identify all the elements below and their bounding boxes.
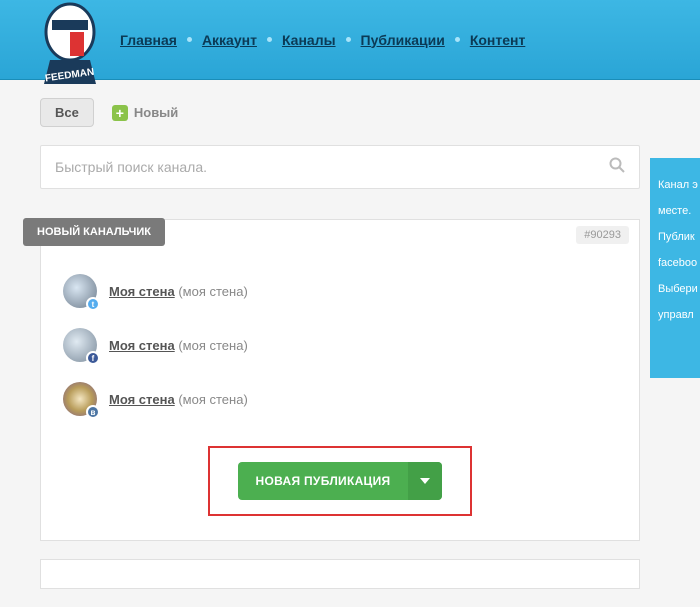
channel-item[interactable]: в Моя стена (моя стена) (59, 372, 621, 426)
main-content: Все + Новый НОВЫЙ КАНАЛЬЧИК #90293 t Моя… (0, 80, 700, 607)
nav-separator (455, 37, 460, 42)
plus-icon: + (112, 105, 128, 121)
nav-channels[interactable]: Каналы (282, 32, 336, 48)
facebook-icon: f (86, 351, 100, 365)
info-side-panel: Канал э месте. Публик faceboo Выбери упр… (650, 158, 700, 378)
nav-home[interactable]: Главная (120, 32, 177, 48)
new-channel-label: Новый (134, 105, 178, 120)
channel-list: t Моя стена (моя стена) f Моя стена (моя… (59, 264, 621, 426)
side-text: Канал э (658, 178, 692, 194)
channel-label: Моя стена (моя стена) (109, 284, 248, 299)
channel-item[interactable]: t Моя стена (моя стена) (59, 264, 621, 318)
nav-content[interactable]: Контент (470, 32, 526, 48)
channel-suffix: (моя стена) (178, 284, 247, 299)
channel-link[interactable]: Моя стена (109, 284, 175, 299)
side-text: управл (658, 308, 692, 324)
filter-row: Все + Новый (40, 98, 660, 127)
channel-card: НОВЫЙ КАНАЛЬЧИК #90293 t Моя стена (моя … (40, 219, 640, 541)
side-text: месте. (658, 204, 692, 220)
nav-separator (187, 37, 192, 42)
card-id-badge: #90293 (576, 226, 629, 244)
nav-publications[interactable]: Публикации (361, 32, 445, 48)
nav-account[interactable]: Аккаунт (202, 32, 257, 48)
empty-card (40, 559, 640, 589)
filter-all-button[interactable]: Все (40, 98, 94, 127)
vk-icon: в (86, 405, 100, 419)
channel-link[interactable]: Моя стена (109, 338, 175, 353)
channel-link[interactable]: Моя стена (109, 392, 175, 407)
publish-button-area: НОВАЯ ПУБЛИКАЦИЯ (59, 446, 621, 516)
app-logo[interactable]: FEEDMAN (30, 2, 110, 94)
dropdown-toggle[interactable] (408, 462, 442, 500)
new-publication-label: НОВАЯ ПУБЛИКАЦИЯ (238, 462, 409, 500)
channel-suffix: (моя стена) (178, 338, 247, 353)
search-box[interactable] (40, 145, 640, 189)
channel-label: Моя стена (моя стена) (109, 392, 248, 407)
nav-separator (346, 37, 351, 42)
search-input[interactable] (55, 159, 609, 175)
side-text: faceboo (658, 256, 692, 272)
new-publication-button[interactable]: НОВАЯ ПУБЛИКАЦИЯ (238, 462, 443, 500)
highlight-box: НОВАЯ ПУБЛИКАЦИЯ (208, 446, 473, 516)
card-title: НОВЫЙ КАНАЛЬЧИК (23, 218, 165, 246)
avatar: f (63, 328, 97, 362)
twitter-icon: t (86, 297, 100, 311)
nav-separator (267, 37, 272, 42)
side-text: Выбери (658, 282, 692, 298)
search-icon[interactable] (609, 157, 625, 178)
new-channel-button[interactable]: + Новый (112, 105, 178, 121)
avatar: t (63, 274, 97, 308)
avatar: в (63, 382, 97, 416)
channel-suffix: (моя стена) (178, 392, 247, 407)
main-nav: Главная Аккаунт Каналы Публикации Контен… (120, 32, 525, 48)
channel-label: Моя стена (моя стена) (109, 338, 248, 353)
side-text: Публик (658, 230, 692, 246)
channel-item[interactable]: f Моя стена (моя стена) (59, 318, 621, 372)
chevron-down-icon (420, 478, 430, 484)
